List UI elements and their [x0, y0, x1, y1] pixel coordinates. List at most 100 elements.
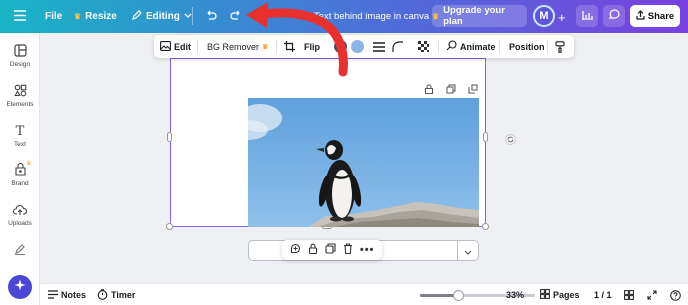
context-toolbar: Edit BG Remover ♛ Flip Animate Position [154, 35, 574, 58]
animate-label: Animate [460, 41, 496, 52]
rotate-icon[interactable] [505, 132, 516, 150]
file-menu[interactable]: File [45, 11, 62, 22]
edit-image-button[interactable]: Edit [160, 35, 191, 58]
comment-icon [608, 9, 620, 23]
swatch-circle [334, 40, 347, 53]
bg-remover-label: BG Remover [207, 41, 260, 52]
sidebar-item-text[interactable]: T Text [0, 124, 40, 148]
avatar[interactable]: M [533, 5, 555, 27]
penguin-photo[interactable] [248, 98, 479, 227]
flip-button[interactable]: Flip [304, 35, 320, 58]
page-count-text: 1 / 1 [594, 290, 612, 300]
timer-icon [97, 288, 108, 302]
border-style-icon[interactable] [373, 35, 385, 58]
resize-handle[interactable] [483, 132, 488, 142]
timer-button[interactable]: Timer [97, 284, 135, 305]
trash-icon[interactable] [343, 241, 353, 259]
crown-icon: ♛ [432, 11, 440, 21]
pencil-icon [132, 10, 142, 23]
floating-element-toolbar: ••• [282, 240, 382, 260]
position-label: Position [509, 41, 545, 52]
swatch-circle [351, 40, 364, 53]
color-swatch-blue[interactable] [351, 35, 364, 58]
sidebar-item-uploads[interactable]: Uploads [0, 204, 40, 227]
upgrade-plan-button[interactable]: ♛ Upgrade your plan [432, 5, 527, 27]
pages-button[interactable]: Pages [540, 284, 580, 305]
menu-icon[interactable] [14, 10, 26, 21]
toolbar-divider [197, 40, 198, 53]
editing-mode-button[interactable]: Editing [132, 10, 192, 23]
page-count: 1 / 1 [594, 284, 612, 305]
bottom-bar: Notes Timer 33% Pages 1 / 1 [40, 283, 688, 305]
comment-add-icon[interactable] [290, 241, 301, 259]
more-options-icon[interactable]: ••• [360, 244, 375, 256]
undo-icon[interactable] [205, 9, 217, 21]
document-title-text: Text behind image in canva [314, 11, 430, 22]
position-button[interactable]: Position [509, 35, 545, 58]
sidebar-item-elements[interactable]: Elements [0, 84, 40, 108]
fullscreen-icon[interactable] [647, 284, 657, 305]
sidebar-item-draw[interactable] [0, 243, 40, 257]
lock-icon[interactable] [308, 241, 318, 259]
comments-button[interactable] [603, 5, 625, 27]
transparency-icon[interactable] [418, 35, 429, 58]
bar-chart-icon [581, 10, 593, 23]
animate-icon [446, 40, 457, 53]
corner-rounding-icon[interactable] [392, 35, 403, 58]
chevron-down-icon [464, 242, 472, 260]
resize-button[interactable]: ♛ Resize [74, 11, 117, 22]
redo-icon[interactable] [230, 9, 242, 21]
resize-handle[interactable] [167, 132, 172, 142]
sidebar-item-label: Uploads [8, 220, 32, 227]
upgrade-label: Upgrade your plan [443, 5, 505, 27]
bg-remover-button[interactable]: BG Remover ♛ [207, 35, 268, 58]
zoom-level[interactable]: 33% [506, 284, 524, 305]
text-t-icon: T [15, 124, 25, 139]
grid-view-icon[interactable] [624, 284, 634, 305]
file-label: File [45, 11, 63, 22]
image-edit-icon [160, 40, 171, 53]
add-page-icon[interactable] [468, 81, 478, 99]
help-icon[interactable] [670, 284, 681, 305]
add-page-dropdown[interactable] [457, 241, 478, 260]
duplicate-icon[interactable] [325, 241, 336, 259]
paint-format-icon[interactable] [555, 35, 565, 58]
duplicate-icon[interactable] [446, 81, 456, 99]
draw-icon [14, 243, 26, 257]
lock-icon[interactable] [424, 81, 434, 99]
timer-label: Timer [111, 290, 136, 300]
cloud-upload-icon [12, 204, 28, 218]
chevron-down-icon [184, 11, 192, 22]
resize-handle[interactable] [482, 223, 489, 230]
toolbar-divider [499, 40, 500, 53]
crop-icon[interactable] [284, 35, 295, 58]
zoom-slider-knob[interactable] [453, 290, 464, 301]
sparkle-icon [14, 278, 26, 296]
zoom-level-text: 33% [506, 290, 525, 300]
magic-assistant-button[interactable] [8, 275, 32, 299]
flip-label: Flip [304, 41, 320, 52]
analytics-button[interactable] [576, 5, 598, 27]
pages-icon [540, 289, 550, 301]
avatar-initial: M [539, 10, 549, 22]
pages-label: Pages [553, 290, 580, 300]
layout-icon [13, 44, 27, 59]
add-collaborator-icon[interactable]: + [558, 10, 566, 25]
shapes-icon [13, 84, 27, 99]
notes-icon [48, 289, 58, 301]
toolbar-divider [276, 40, 277, 53]
color-swatch-dark[interactable] [334, 35, 347, 58]
animate-button[interactable]: Animate [446, 35, 496, 58]
document-title[interactable]: Text behind image in canva [314, 11, 429, 22]
sidebar-item-label: Brand [11, 180, 29, 187]
sidebar-item-design[interactable]: Design [0, 44, 40, 68]
sidebar-item-label: Elements [6, 101, 34, 108]
notes-button[interactable]: Notes [48, 284, 86, 305]
resize-handle[interactable] [166, 223, 173, 230]
toolbar-divider [547, 40, 548, 53]
left-sidebar: Design Elements T Text ♛ Brand Uploads [0, 33, 40, 305]
share-button[interactable]: Share [630, 5, 680, 27]
sidebar-item-label: Design [9, 61, 31, 68]
sidebar-item-brand[interactable]: ♛ Brand [0, 161, 40, 187]
page-actions [424, 81, 478, 99]
